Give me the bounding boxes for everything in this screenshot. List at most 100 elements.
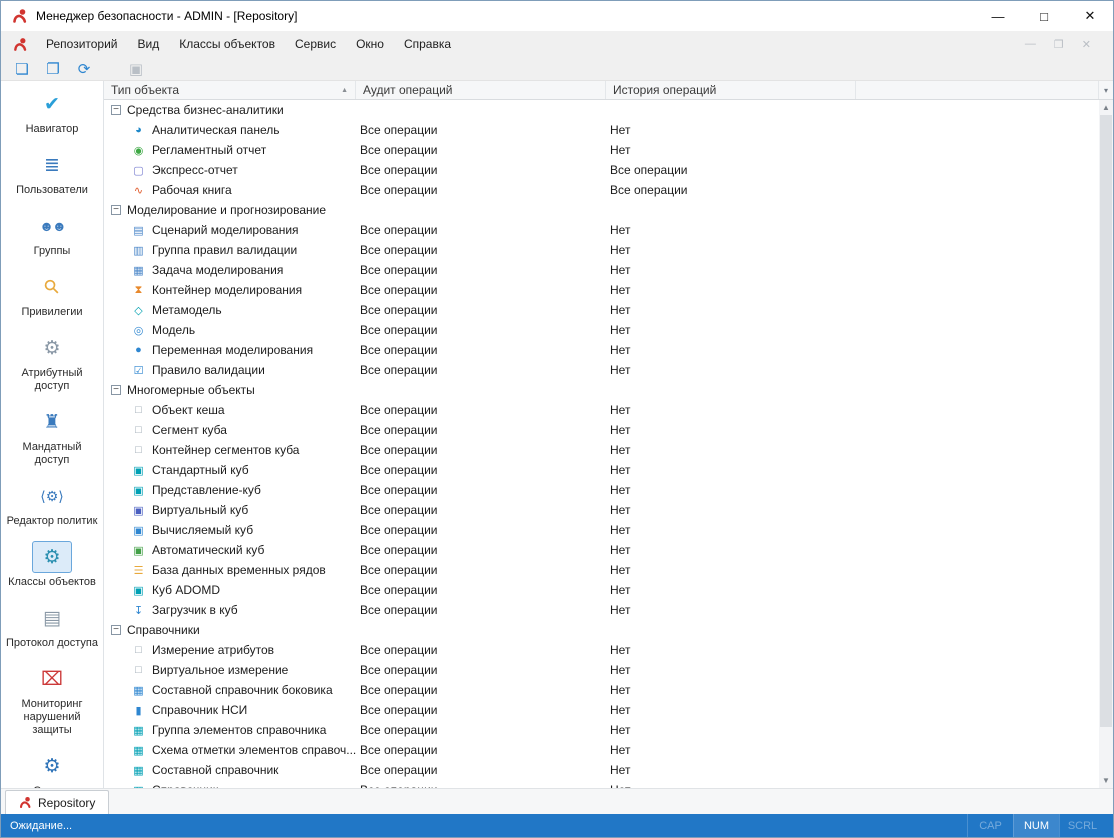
history-cell: Нет (606, 283, 856, 297)
sidebar-item[interactable]: ♜Мандатный доступ (1, 406, 103, 467)
object-row[interactable]: ▣Виртуальный кубВсе операцииНет (104, 500, 1099, 520)
object-type-label: Схема отметки элементов справоч... (152, 743, 356, 757)
group-row[interactable]: −Справочники (104, 620, 1099, 640)
vertical-scrollbar[interactable]: ▲ ▼ (1099, 100, 1113, 788)
scroll-up-arrow[interactable]: ▲ (1099, 100, 1113, 115)
sidebar-item[interactable]: ⚙Атрибутный доступ (1, 332, 103, 393)
sidebar-item[interactable]: ▤Протокол доступа (1, 602, 103, 650)
object-row[interactable]: ▦Схема отметки элементов справоч...Все о… (104, 740, 1099, 760)
collapse-toggle[interactable]: − (111, 205, 121, 215)
history-cell: Нет (606, 563, 856, 577)
audit-cell: Все операции (356, 763, 606, 777)
mdi-restore-button[interactable]: ❐ (1054, 38, 1064, 51)
object-row[interactable]: ▢Экспресс-отчетВсе операцииВсе операции (104, 160, 1099, 180)
object-row[interactable]: □Контейнер сегментов кубаВсе операцииНет (104, 440, 1099, 460)
object-row[interactable]: ●Переменная моделированияВсе операцииНет (104, 340, 1099, 360)
collapse-toggle[interactable]: − (111, 385, 121, 395)
scroll-down-arrow[interactable]: ▼ (1099, 773, 1113, 788)
menu-item[interactable]: Классы объектов (169, 31, 285, 57)
history-cell: Нет (606, 223, 856, 237)
object-row[interactable]: ☰База данных временных рядовВсе операции… (104, 560, 1099, 580)
timeseries-database-icon: ☰ (131, 564, 146, 577)
column-header[interactable]: История операций (606, 81, 856, 99)
object-row[interactable]: ▮Справочник НСИВсе операцииНет (104, 700, 1099, 720)
sidebar-item[interactable]: ☻☻Группы (1, 210, 103, 258)
object-row[interactable]: ☑Правило валидацииВсе операцииНет (104, 360, 1099, 380)
object-row[interactable]: ∿Рабочая книгаВсе операцииВсе операции (104, 180, 1099, 200)
object-type-cell: ◉Регламентный отчет (104, 143, 356, 157)
object-row[interactable]: ⧗Контейнер моделированияВсе операцииНет (104, 280, 1099, 300)
sidebar-item[interactable]: ≣Пользователи (1, 149, 103, 197)
mdi-close-button[interactable]: ✕ (1082, 38, 1091, 51)
sidebar-item[interactable]: ⌧Мониторинг нарушений защиты (1, 663, 103, 737)
object-type-label: Составной справочник (152, 763, 278, 777)
sidebar-icon-box: ≣ (33, 149, 71, 181)
object-row[interactable]: ▣Автоматический кубВсе операцииНет (104, 540, 1099, 560)
scrollbar-track[interactable] (1099, 115, 1113, 773)
object-row[interactable]: ▦Составной справочник боковикаВсе операц… (104, 680, 1099, 700)
object-row[interactable]: ◇МетамодельВсе операцииНет (104, 300, 1099, 320)
object-type-cell: ▢Экспресс-отчет (104, 163, 356, 177)
modeling-container-icon: ⧗ (131, 284, 146, 297)
object-row[interactable]: ▦Задача моделированияВсе операцииНет (104, 260, 1099, 280)
column-header-label: История операций (613, 83, 716, 97)
copy-button[interactable]: ❐ (42, 59, 64, 79)
column-chooser-button[interactable]: ▾ (1099, 81, 1113, 99)
object-row[interactable]: ▣Вычисляемый кубВсе операцииНет (104, 520, 1099, 540)
mdi-window-controls: — ❐ ✕ (1025, 38, 1107, 51)
column-header[interactable]: Тип объекта▲ (104, 81, 356, 99)
document-tab-bar: Repository (1, 788, 1113, 814)
object-row[interactable]: ▣Стандартный кубВсе операцииНет (104, 460, 1099, 480)
collapse-toggle[interactable]: − (111, 625, 121, 635)
groups-icon: ☻☻ (39, 214, 64, 238)
history-cell: Нет (606, 683, 856, 697)
group-cell: −Многомерные объекты (104, 383, 356, 397)
sidebar-item[interactable]: ⚙Сервис (1, 750, 103, 788)
menu-item[interactable]: Окно (346, 31, 394, 57)
menu-item[interactable]: Сервис (285, 31, 346, 57)
mdi-document-icon (13, 37, 28, 52)
object-row[interactable]: ◕Аналитическая панельВсе операцииНет (104, 120, 1099, 140)
object-row[interactable]: □Виртуальное измерениеВсе операцииНет (104, 660, 1099, 680)
sidebar-item[interactable]: ⚙Классы объектов (1, 541, 103, 589)
mdi-minimize-button[interactable]: — (1025, 38, 1036, 51)
object-row[interactable]: ◎МодельВсе операцииНет (104, 320, 1099, 340)
group-row[interactable]: −Моделирование и прогнозирование (104, 200, 1099, 220)
sidebar-item[interactable]: ✔Навигатор (1, 88, 103, 136)
object-row[interactable]: ▣Куб ADOMDВсе операцииНет (104, 580, 1099, 600)
object-row[interactable]: ▣Представление-кубВсе операцииНет (104, 480, 1099, 500)
scrollbar-thumb[interactable] (1100, 115, 1112, 727)
column-header[interactable]: Аудит операций (356, 81, 606, 99)
status-message: Ожидание... (1, 820, 72, 832)
audit-cell: Все операции (356, 563, 606, 577)
object-row[interactable]: ▥Группа правил валидацииВсе операцииНет (104, 240, 1099, 260)
maximize-button[interactable]: □ (1021, 1, 1067, 31)
menu-item[interactable]: Вид (128, 31, 170, 57)
sidebar-item[interactable]: ⟨⚙⟩Редактор политик (1, 480, 103, 528)
object-row[interactable]: ▤Сценарий моделированияВсе операцииНет (104, 220, 1099, 240)
app-logo-icon (12, 8, 28, 24)
minimize-button[interactable]: — (975, 1, 1021, 31)
group-row[interactable]: −Средства бизнес-аналитики (104, 100, 1099, 120)
close-button[interactable]: ✕ (1067, 1, 1113, 31)
object-row[interactable]: ↧Загрузчик в кубВсе операцииНет (104, 600, 1099, 620)
object-row[interactable]: □Сегмент кубаВсе операцииНет (104, 420, 1099, 440)
object-row[interactable]: ▦Группа элементов справочникаВсе операци… (104, 720, 1099, 740)
sidebar-item[interactable]: ⚲Привилегии (1, 271, 103, 319)
menu-item[interactable]: Справка (394, 31, 461, 57)
object-row[interactable]: ▦СправочникВсе операцииНет (104, 780, 1099, 788)
refresh-button[interactable]: ⟳ (73, 59, 95, 79)
new-object-button[interactable]: ❏ (11, 59, 33, 79)
object-row[interactable]: □Измерение атрибутовВсе операцииНет (104, 640, 1099, 660)
tab-repository[interactable]: Repository (5, 790, 109, 814)
collapse-toggle[interactable]: − (111, 105, 121, 115)
keyboard-indicator-cap: CAP (967, 814, 1013, 837)
object-type-label: Правило валидации (152, 363, 265, 377)
object-row[interactable]: □Объект кешаВсе операцииНет (104, 400, 1099, 420)
object-row[interactable]: ◉Регламентный отчетВсе операцииНет (104, 140, 1099, 160)
object-row[interactable]: ▦Составной справочникВсе операцииНет (104, 760, 1099, 780)
menu-item[interactable]: Репозиторий (36, 31, 128, 57)
column-header[interactable] (856, 81, 1099, 99)
group-row[interactable]: −Многомерные объекты (104, 380, 1099, 400)
group-cell: −Моделирование и прогнозирование (104, 203, 356, 217)
